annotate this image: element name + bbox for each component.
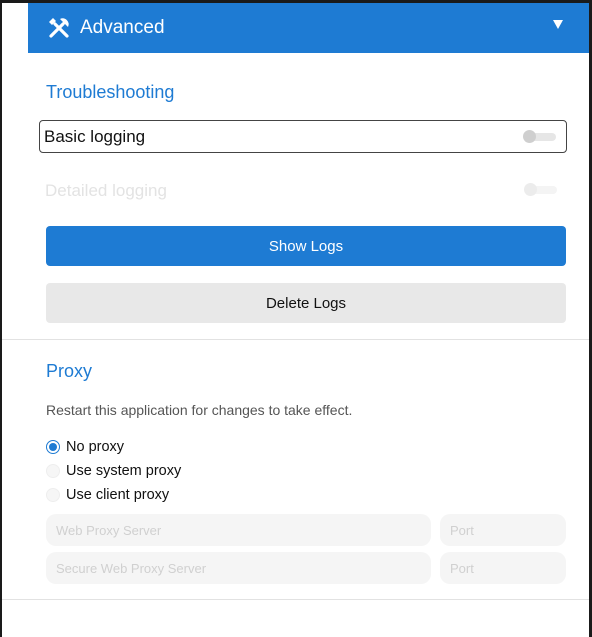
radio-client-proxy[interactable]: Use client proxy: [46, 487, 169, 503]
radio-no-proxy[interactable]: No proxy: [46, 439, 124, 455]
secure-proxy-server-input[interactable]: [46, 552, 431, 584]
detailed-logging-toggle: [524, 183, 557, 196]
restart-note: Restart this application for changes to …: [46, 402, 353, 418]
bottom-divider: [2, 599, 589, 600]
basic-logging-toggle[interactable]: [523, 130, 556, 143]
delete-logs-button[interactable]: Delete Logs: [46, 283, 566, 323]
tools-icon: [49, 18, 69, 38]
troubleshooting-title: Troubleshooting: [46, 82, 175, 102]
header-title: Advanced: [80, 17, 165, 38]
toggle-knob: [524, 183, 537, 196]
web-proxy-server-input[interactable]: [46, 514, 431, 546]
radio-system-proxy[interactable]: Use system proxy: [46, 463, 181, 479]
radio-button[interactable]: [46, 488, 60, 502]
radio-button[interactable]: [46, 464, 60, 478]
basic-logging-label: Basic logging: [44, 126, 146, 146]
radio-label: Use system proxy: [66, 463, 182, 479]
proxy-title: Proxy: [46, 361, 93, 381]
chevron-down-icon[interactable]: [553, 20, 563, 29]
window-border-left: [0, 0, 2, 637]
toggle-knob: [523, 130, 536, 143]
detailed-logging-row: Detailed logging: [39, 174, 567, 207]
radio-label: No proxy: [66, 439, 125, 455]
web-proxy-port-input[interactable]: [440, 514, 566, 546]
show-logs-button[interactable]: Show Logs: [46, 226, 566, 266]
detailed-logging-label: Detailed logging: [45, 180, 167, 200]
section-divider: [2, 339, 589, 340]
radio-button-selected[interactable]: [46, 440, 60, 454]
secure-proxy-port-input[interactable]: [440, 552, 566, 584]
advanced-section-header[interactable]: Advanced: [28, 3, 589, 53]
radio-label: Use client proxy: [66, 487, 170, 503]
basic-logging-row[interactable]: Basic logging: [39, 120, 567, 153]
